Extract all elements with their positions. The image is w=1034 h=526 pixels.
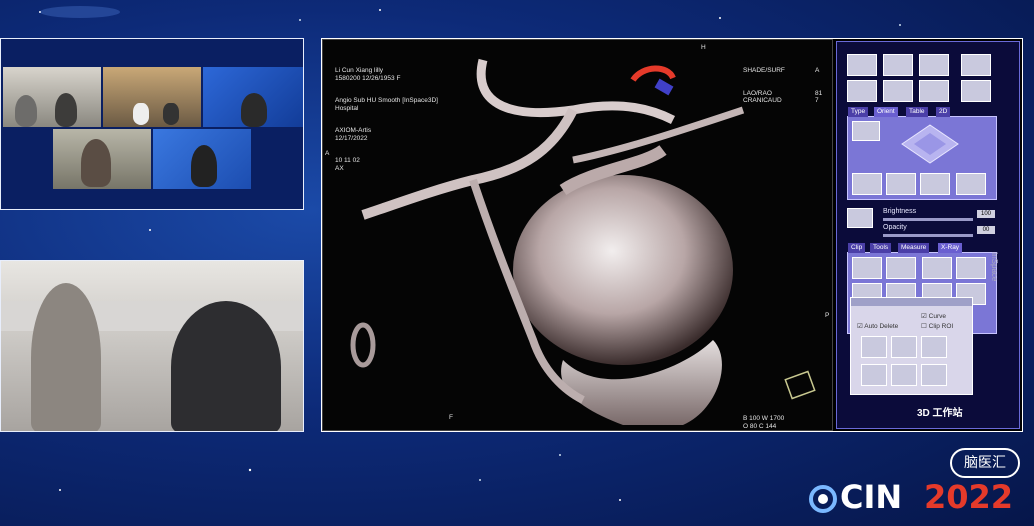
tool-rotate-icon[interactable]	[847, 54, 877, 76]
tool-export-icon[interactable]	[961, 80, 991, 102]
video-tile-speaker	[203, 67, 303, 127]
tab-orient[interactable]: Orient	[874, 107, 898, 117]
tool-panel: Type Orient Table 2D Brightness 100 Opac…	[836, 41, 1020, 429]
tab-table[interactable]: Table	[906, 107, 928, 117]
logo-year: 2022	[924, 478, 1014, 516]
dialog-fill-icon[interactable]	[921, 336, 947, 358]
orient-preset-4-icon[interactable]	[956, 173, 986, 195]
tab-measure[interactable]: Measure	[898, 243, 930, 253]
clip-dialog-titlebar[interactable]	[851, 298, 972, 306]
3d-workstation-window: Li Cun Xiang lilly 1580200 12/26/1953 F A…	[321, 38, 1023, 432]
clip-roi-checkbox[interactable]: ☐ Clip ROI	[921, 322, 953, 330]
overlay-view-values: A 81 7	[815, 67, 823, 104]
orientation-bottom: F	[449, 414, 453, 421]
orient-grid-icon[interactable]	[852, 121, 880, 141]
video-tile-doctor	[53, 129, 151, 189]
orientation-top: H	[701, 44, 706, 51]
orient-cube-icon[interactable]	[900, 123, 960, 165]
dialog-draw-icon[interactable]	[861, 336, 887, 358]
orient-panel: Type Orient Table 2D	[847, 107, 997, 200]
orientation-left: A	[325, 150, 330, 157]
auto-delete-label: Auto Delete	[864, 323, 899, 330]
video-grid-panel	[0, 38, 304, 210]
dialog-undo-icon[interactable]	[861, 364, 887, 386]
cin-swirl-icon	[809, 485, 837, 513]
inspace-side-label: InSpace	[990, 252, 999, 282]
overlay-patient-info: Li Cun Xiang lilly 1580200 12/26/1953 F A…	[335, 67, 438, 172]
overlay-window-level: B 100 W 1700 O 80 C 144	[743, 415, 785, 430]
logo-text: CIN	[840, 478, 903, 516]
tab-clip[interactable]: Clip	[848, 243, 866, 253]
tab-xray[interactable]: X-Ray	[938, 243, 963, 253]
clip-tool-1-icon[interactable]	[852, 257, 882, 279]
tool-volume-icon[interactable]	[883, 80, 913, 102]
tab-2d[interactable]: 2D	[936, 107, 951, 117]
brightness-sun-icon	[847, 208, 873, 228]
attendee-right	[171, 301, 281, 431]
video-tile-hall	[103, 67, 201, 127]
orientation-right: P	[825, 312, 830, 319]
tab-type[interactable]: Type	[848, 107, 869, 117]
brightness-label: Brightness	[883, 208, 917, 215]
attendee-left	[31, 283, 101, 431]
clip-tool-4-icon[interactable]	[956, 257, 986, 279]
tab-tools[interactable]: Tools	[870, 243, 892, 253]
clip-tool-2-icon[interactable]	[886, 257, 916, 279]
tool-sun-icon[interactable]	[919, 80, 949, 102]
tool-pan-icon[interactable]	[883, 54, 913, 76]
tool-light-icon[interactable]	[919, 54, 949, 76]
clip-tool-3-icon[interactable]	[922, 257, 952, 279]
curve-checkbox[interactable]: ☑ Curve	[921, 312, 946, 320]
orient-preset-2-icon[interactable]	[886, 173, 916, 195]
brightness-slider[interactable]	[883, 218, 973, 221]
video-tile-audience	[3, 67, 101, 127]
curve-label: Curve	[928, 313, 946, 320]
workstation-footer: 3D 工作站	[917, 408, 963, 419]
audience-camera-panel	[0, 260, 304, 432]
3d-render-viewport[interactable]: Li Cun Xiang lilly 1580200 12/26/1953 F A…	[322, 39, 833, 431]
orient-preset-3-icon[interactable]	[920, 173, 950, 195]
tool-snapshot-icon[interactable]	[961, 54, 991, 76]
opacity-slider[interactable]	[883, 234, 973, 237]
opacity-label: Opacity	[883, 224, 907, 231]
tool-camera-icon[interactable]	[847, 80, 877, 102]
clip-dialog: ☑ Curve ☑ Auto Delete ☐ Clip ROI	[850, 297, 973, 395]
dialog-reset-icon[interactable]	[921, 364, 947, 386]
orient-preset-1-icon[interactable]	[852, 173, 882, 195]
overlay-view-params: SHADE/SURF LAO/RAO CRANICAUD	[743, 67, 785, 104]
dialog-redo-icon[interactable]	[891, 364, 917, 386]
video-tile-presenter	[153, 129, 251, 189]
watermark-text: 脑医汇	[964, 455, 1006, 471]
clip-roi-label: Clip ROI	[928, 323, 954, 330]
dialog-erase-icon[interactable]	[891, 336, 917, 358]
brightness-value[interactable]: 100	[977, 210, 995, 218]
auto-delete-checkbox[interactable]: ☑ Auto Delete	[857, 322, 898, 330]
watermark-badge: 脑医汇	[950, 448, 1020, 478]
opacity-value[interactable]: 00	[977, 226, 995, 234]
